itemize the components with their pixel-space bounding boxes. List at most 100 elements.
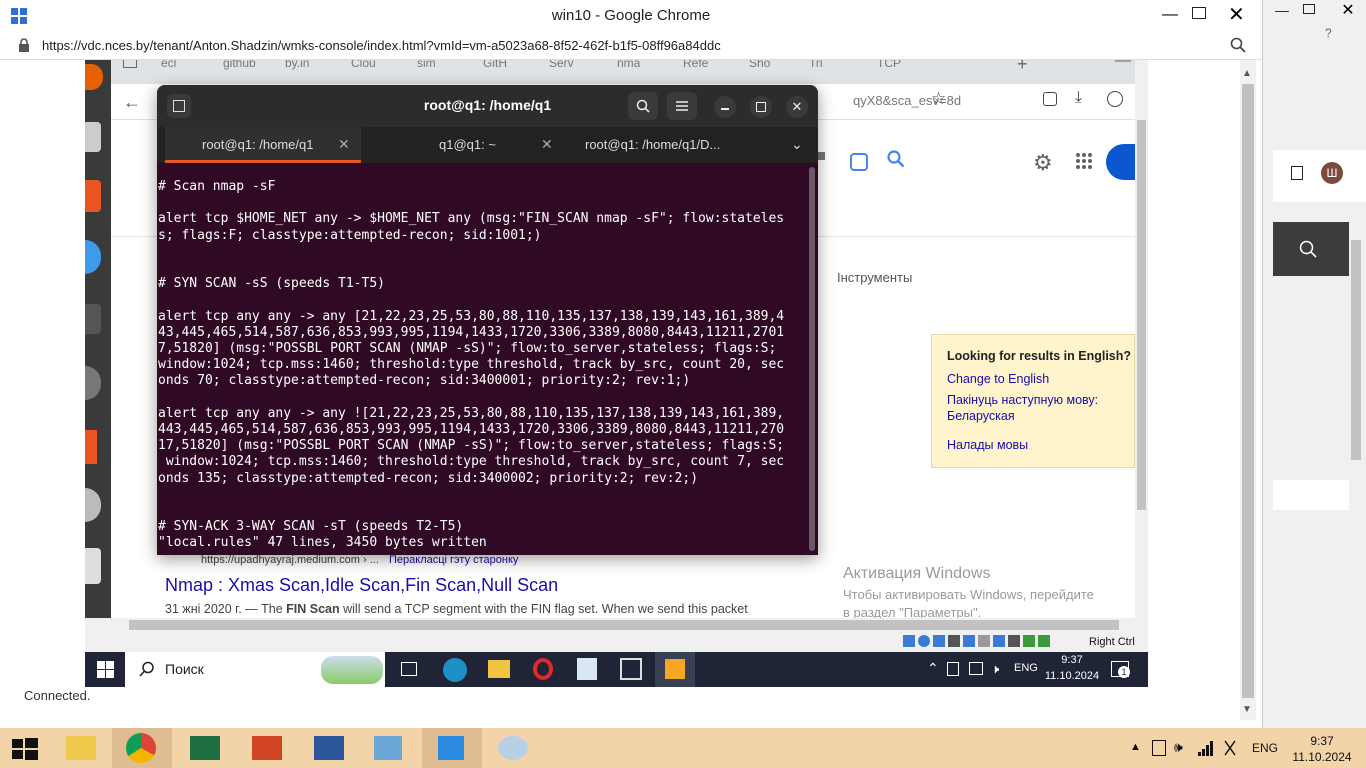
guest-tab[interactable]: Refe xyxy=(683,60,749,76)
files-icon[interactable] xyxy=(85,122,101,152)
help-icon[interactable] xyxy=(85,240,101,274)
side-restore-icon[interactable] xyxy=(1303,4,1315,14)
download-icon[interactable]: ⤓ xyxy=(1075,89,1082,107)
back-arrow-icon[interactable]: ← xyxy=(123,92,141,113)
terminal-menu-button[interactable] xyxy=(667,92,697,120)
tab-search-icon[interactable] xyxy=(123,60,137,68)
notification-center-icon[interactable]: 1 xyxy=(1111,661,1130,678)
edge-icon[interactable] xyxy=(443,658,467,682)
explorer-icon[interactable] xyxy=(488,660,510,678)
settings-dock-icon[interactable] xyxy=(85,366,101,400)
host-start-icon[interactable] xyxy=(12,738,38,760)
host-device-icon[interactable] xyxy=(1152,740,1166,756)
opera-icon[interactable] xyxy=(533,658,553,680)
page-scroll-thumb[interactable] xyxy=(1242,84,1254,698)
account-icon[interactable] xyxy=(1107,91,1123,107)
translate-link[interactable]: Перакласці гэту старонку xyxy=(389,554,518,566)
change-language-link[interactable]: Change to English xyxy=(947,372,1049,386)
host-media-icon[interactable] xyxy=(360,728,420,768)
pocket-icon[interactable] xyxy=(1043,92,1057,106)
zoom-icon[interactable] xyxy=(1230,37,1246,53)
guest-minimize-icon[interactable]: — xyxy=(1115,60,1131,70)
lens-icon[interactable] xyxy=(850,153,868,171)
terminal-tab-3[interactable]: root@q1: /home/q1/D... xyxy=(561,127,767,163)
host-vscode-icon[interactable] xyxy=(422,728,482,768)
app-dock-icon[interactable] xyxy=(85,430,97,464)
network-icon[interactable] xyxy=(969,662,983,675)
tray-chevron-icon[interactable]: ⌃ xyxy=(927,660,939,677)
host-keyboard-icon[interactable] xyxy=(1224,740,1236,756)
guest-tab[interactable]: Sho xyxy=(749,60,809,76)
language-settings-link[interactable]: Налады мовы xyxy=(947,438,1028,452)
host-paint-icon[interactable] xyxy=(484,728,544,768)
minimize-button[interactable]: — xyxy=(1162,6,1182,26)
keep-language-link[interactable]: Пакінуць наступную мову: Беларуская xyxy=(947,392,1127,424)
notepad-icon[interactable] xyxy=(577,658,597,680)
windows-start-icon[interactable] xyxy=(97,661,114,678)
address-bar[interactable]: https://vdc.nces.by/tenant/Anton.Shadzin… xyxy=(0,32,1262,60)
terminal-output[interactable]: # Scan nmap -sF alert tcp $HOME_NET any … xyxy=(158,179,808,552)
guest-tab[interactable]: github xyxy=(223,60,285,76)
guest-tab[interactable]: Clou xyxy=(351,60,417,76)
host-network-icon[interactable] xyxy=(1198,740,1214,756)
host-input-language[interactable]: ENG xyxy=(1252,741,1278,755)
host-volume-icon[interactable]: 🕪 xyxy=(1174,739,1183,756)
disk-dock-icon[interactable] xyxy=(85,488,101,522)
scroll-down-arrow[interactable]: ▼ xyxy=(1242,704,1252,715)
terminal-dock-icon[interactable] xyxy=(85,304,101,334)
tools-tab[interactable]: Інструменты xyxy=(837,270,912,285)
host-explorer-icon[interactable] xyxy=(52,728,112,768)
host-word-icon[interactable] xyxy=(300,728,360,768)
tabs-dropdown-icon[interactable]: ⌄ xyxy=(791,136,803,153)
terminal-scrollbar[interactable] xyxy=(809,167,815,551)
taskbar-search-box[interactable]: Поиск xyxy=(125,652,385,687)
avatar[interactable]: Ш xyxy=(1321,162,1343,184)
tray-device-icon[interactable] xyxy=(947,662,959,676)
guest-tab[interactable]: ecl xyxy=(161,60,223,76)
terminal-tab-2[interactable]: q1@q1: ~ ✕ xyxy=(363,127,559,163)
result-title-link[interactable]: Nmap : Xmas Scan,Idle Scan,Fin Scan,Null… xyxy=(165,575,558,596)
close-tab-icon[interactable]: ✕ xyxy=(338,136,350,153)
scroll-thumb[interactable] xyxy=(1137,120,1146,510)
settings-gear-icon[interactable]: ⚙ xyxy=(1033,150,1053,176)
result-url[interactable]: https://upadhyayraj.medium.com › ... xyxy=(201,554,379,566)
host-powerpoint-icon[interactable] xyxy=(238,728,298,768)
terminal-window[interactable]: root@q1: /home/q1 ✕ root@q1: /home/q1 ✕ … xyxy=(157,85,818,555)
side-help-icon[interactable]: ? xyxy=(1325,26,1332,40)
taskbar-clock-time[interactable]: 9:37 xyxy=(1047,654,1097,666)
guest-vertical-scrollbar[interactable] xyxy=(1135,60,1148,620)
terminal-tab-1[interactable]: root@q1: /home/q1 ✕ xyxy=(165,127,361,163)
guest-tab[interactable]: GitH xyxy=(483,60,549,76)
terminal-body[interactable]: # Scan nmap -sF alert tcp $HOME_NET any … xyxy=(157,163,818,555)
url-text[interactable]: https://vdc.nces.by/tenant/Anton.Shadzin… xyxy=(42,38,721,53)
trash-dock-icon[interactable] xyxy=(85,548,101,584)
host-excel-icon[interactable] xyxy=(176,728,236,768)
active-app-slot[interactable] xyxy=(655,652,695,687)
side-close-icon[interactable]: ✕ xyxy=(1329,0,1366,22)
guest-tab[interactable]: by.in xyxy=(285,60,351,76)
guest-tab[interactable]: sim xyxy=(417,60,483,76)
close-button[interactable]: ✕ xyxy=(1228,2,1248,26)
bookmark-star-icon[interactable]: ☆ xyxy=(931,89,946,109)
h-scroll-thumb[interactable] xyxy=(129,620,1119,630)
terminal-close-button[interactable]: ✕ xyxy=(786,96,808,118)
search-submit-icon[interactable] xyxy=(887,150,905,168)
firefox-icon[interactable] xyxy=(85,64,103,90)
close-tab-icon[interactable]: ✕ xyxy=(541,136,553,153)
guest-tab[interactable]: TCP xyxy=(877,60,937,76)
terminal-search-button[interactable] xyxy=(628,92,658,120)
side-dark-search[interactable] xyxy=(1273,222,1349,276)
scroll-up-arrow[interactable]: ▲ xyxy=(1242,68,1252,79)
task-view-icon[interactable] xyxy=(401,662,417,676)
host-tray-chevron-icon[interactable]: ▲ xyxy=(1130,741,1141,753)
guest-tab[interactable]: Tri xyxy=(809,60,877,76)
apps-grid-icon[interactable] xyxy=(1075,152,1093,170)
software-icon[interactable] xyxy=(85,180,101,212)
guest-tab[interactable]: nma xyxy=(617,60,683,76)
volume-muted-icon[interactable]: 🕨 xyxy=(991,661,999,677)
host-clock-date[interactable]: 11.10.2024 xyxy=(1290,750,1354,764)
guest-horizontal-scrollbar[interactable] xyxy=(85,618,1148,632)
terminal-minimize-button[interactable] xyxy=(714,96,736,118)
side-scroll-thumb[interactable] xyxy=(1351,240,1361,460)
side-minimize-icon[interactable]: — xyxy=(1275,2,1289,18)
